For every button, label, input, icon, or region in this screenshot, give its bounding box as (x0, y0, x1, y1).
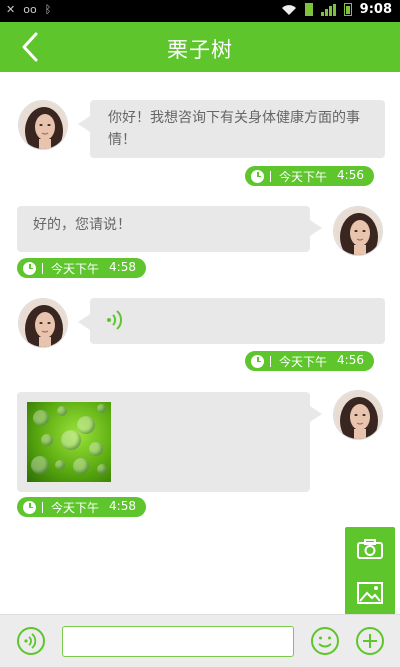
page-title: 栗子树 (167, 38, 233, 62)
voice-wave-icon (107, 310, 123, 330)
camera-button[interactable] (345, 527, 395, 571)
signal-icon (320, 3, 336, 16)
timestamp-label: 今天下午 (51, 261, 100, 276)
camera-icon (357, 539, 383, 559)
image-message-bubble[interactable] (17, 392, 322, 492)
add-attachment-button[interactable] (355, 626, 385, 656)
status-right-icons: 9:08 (281, 2, 392, 17)
avatar[interactable] (18, 100, 68, 150)
avatar[interactable] (333, 206, 383, 256)
data-icon (304, 3, 313, 16)
smiley-icon (311, 627, 339, 655)
timestamp-label: 今天下午 (51, 500, 100, 515)
user-portrait-icon (19, 299, 67, 347)
message-timestamp: 今天下午 4:58 (17, 258, 146, 278)
voice-icon (17, 627, 45, 655)
timestamp-time: 4:56 (337, 167, 364, 182)
clock-icon (23, 261, 36, 275)
status-time: 9:08 (359, 2, 392, 17)
message-bubble[interactable]: 你好！我想咨询下有关身体健康方面的事情！ (78, 100, 385, 158)
user-portrait-icon (334, 391, 382, 439)
timestamp-time: 4:58 (109, 259, 136, 274)
timestamp-label: 今天下午 (279, 354, 328, 369)
clock-icon (251, 169, 264, 183)
image-icon (357, 582, 383, 604)
bluetooth-icon: ᛒ (44, 3, 52, 16)
user-portrait-icon (334, 207, 382, 255)
avatar[interactable] (333, 390, 383, 440)
attachment-panel (345, 527, 395, 615)
message-timestamp: 今天下午 4:56 (245, 166, 374, 186)
input-bar (0, 614, 400, 667)
voice-input-button[interactable] (16, 626, 46, 656)
user-portrait-icon (19, 101, 67, 149)
voicemail-icon: oo (23, 3, 37, 16)
wifi-icon (281, 4, 296, 15)
message-text: 好的，您请说！ (33, 217, 131, 233)
voice-message-bubble[interactable] (78, 298, 385, 344)
plus-icon (356, 627, 384, 655)
clock-icon (23, 500, 36, 514)
water-drops-image[interactable] (27, 402, 111, 482)
message-timestamp: 今天下午 4:56 (245, 351, 374, 371)
status-bar: ✕ oo ᛒ 9:08 (0, 0, 400, 22)
timestamp-time: 4:56 (337, 352, 364, 367)
emoji-button[interactable] (310, 626, 340, 656)
app-header: 栗子树 (0, 22, 400, 72)
timestamp-time: 4:58 (109, 498, 136, 513)
chat-area: 你好！我想咨询下有关身体健康方面的事情！ 今天下午 4:56 好的，您请说！ 今… (0, 72, 400, 613)
gallery-button[interactable] (345, 571, 395, 615)
clock-icon (251, 354, 264, 368)
timestamp-label: 今天下午 (279, 169, 328, 184)
avatar[interactable] (18, 298, 68, 348)
mute-icon: ✕ (6, 3, 16, 16)
message-timestamp: 今天下午 4:58 (17, 497, 146, 517)
status-left-icons: ✕ oo ᛒ (6, 3, 51, 16)
battery-icon (343, 3, 352, 16)
message-input[interactable] (62, 626, 294, 657)
message-bubble[interactable]: 好的，您请说！ (17, 206, 322, 252)
message-text: 你好！我想咨询下有关身体健康方面的事情！ (108, 110, 360, 148)
